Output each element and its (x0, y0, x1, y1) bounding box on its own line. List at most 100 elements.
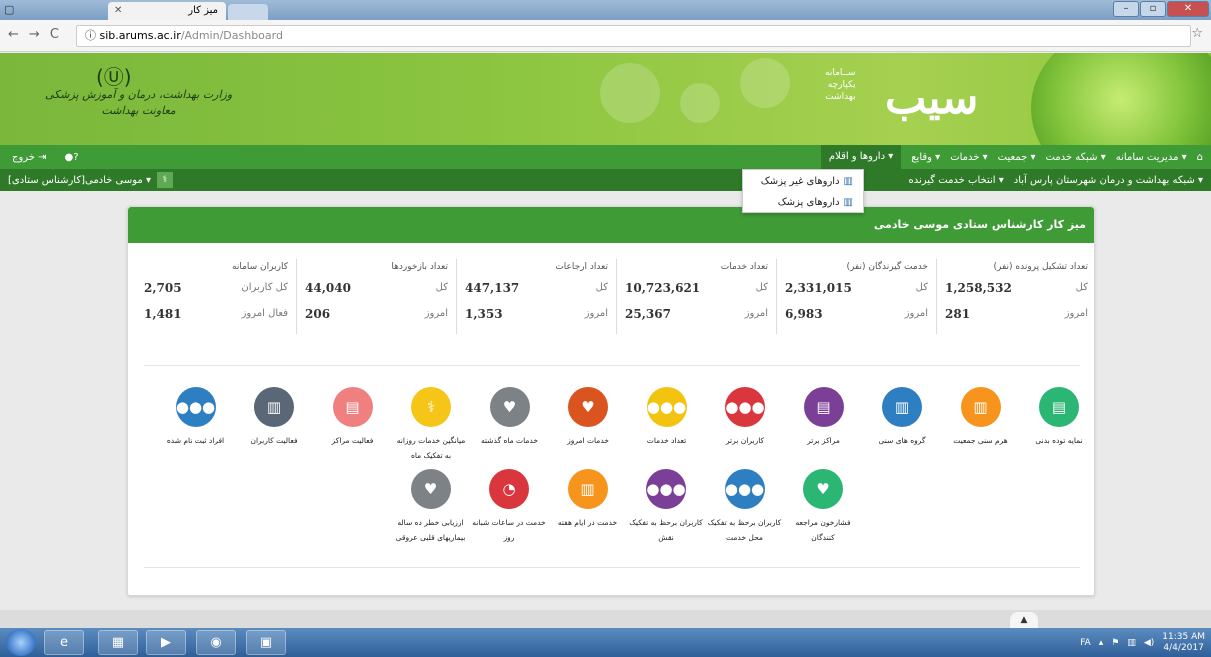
report-icon[interactable]: ●●● (724, 469, 765, 509)
report-icon[interactable]: ♥ (410, 469, 451, 509)
report-icon[interactable]: ▤ (803, 387, 844, 427)
app-icon[interactable]: ▣ (246, 630, 286, 655)
help-icon[interactable]: ●? (65, 152, 79, 163)
report-tile[interactable]: ▥ هرم سنی جمعیت (943, 387, 1019, 448)
menu-services[interactable]: خدمات ▾ (950, 152, 987, 163)
stats-panel: تعداد تشکیل پرونده (نفر) کل 1,258,532 امر… (128, 259, 1096, 334)
report-tile[interactable]: ▥ خدمت در ایام هفته (550, 469, 626, 530)
report-icon[interactable]: ▤ (332, 387, 373, 427)
report-icon[interactable]: ⚕ (411, 387, 451, 427)
report-icon[interactable]: ♥ (568, 387, 608, 427)
report-tile[interactable]: ◔ خدمت در ساعات شبانه روز (471, 469, 547, 545)
back-icon[interactable]: ← (8, 27, 19, 42)
report-icon[interactable]: ●●● (646, 387, 687, 427)
report-tile[interactable]: ●●● کاربران برحظ به تفکیک نقش (628, 469, 704, 545)
client-selector[interactable]: انتخاب خدمت گیرنده ▾ (909, 175, 1004, 186)
menu-service-network[interactable]: شبکه خدمت ▾ (1045, 152, 1105, 163)
language-indicator[interactable]: FA (1080, 638, 1091, 648)
report-tile[interactable]: ♥ خدمات امروز (550, 387, 626, 448)
url-input[interactable]: ⓘ sib.arums.ac.ir/Admin/Dashboard (76, 25, 1191, 47)
user-icon: ⚕ (156, 172, 173, 188)
forward-icon[interactable]: → (29, 27, 40, 42)
tile-label: هرم سنی جمعیت (953, 436, 1008, 445)
tile-label: خدمات امروز (567, 436, 609, 445)
close-window-button[interactable]: ✕ (1167, 1, 1209, 17)
report-icon[interactable]: ●●● (725, 387, 765, 427)
report-icon[interactable]: ▥ (882, 387, 922, 427)
browser-tab[interactable]: ✕ میز کار (108, 2, 226, 20)
report-tile[interactable]: ⚕ میانگین خدمات روزانه به تفکیک ماه (393, 387, 469, 463)
report-tile[interactable]: ▥ فعالیت کاربران (236, 387, 312, 448)
stat-feedbacks: تعداد بازخوردها کل 44,040 امروز 206 (296, 259, 456, 334)
report-tile[interactable]: ♥ ارزیابی خطر ده ساله بیماریهای قلبی عروق… (393, 469, 469, 545)
tray-arrow-icon[interactable]: ▴ (1099, 638, 1104, 648)
volume-icon[interactable]: ◀) (1144, 638, 1154, 648)
report-tile[interactable]: ▤ فعالیت مراکز (315, 387, 391, 448)
dashboard-card: میز کار کارشناس ستادی موسی خادمی تعداد ت… (127, 206, 1095, 596)
card-title: میز کار کارشناس ستادی موسی خادمی (128, 207, 1094, 243)
network-selector[interactable]: شبکه بهداشت و درمان شهرستان پارس آباد ▾ (1014, 175, 1203, 186)
taskbar: e ▦ ▶ ◉ ▣ FA ▴ ⚑ ▥ ◀) 11:35 AM 4/4/2017 (0, 628, 1211, 657)
report-tile[interactable]: ▤ مراکز برتر (786, 387, 862, 448)
close-tab-icon[interactable]: ✕ (114, 2, 122, 20)
ministry-emblem-icon: (Ⓤ) (96, 65, 132, 89)
dropdown-option-non-physician-drugs[interactable]: داروهای غیر پزشک ▥ (743, 173, 863, 191)
report-tile[interactable]: ●●● کاربران برتر (707, 387, 783, 448)
tile-label: خدمت در ایام هفته (557, 518, 618, 527)
minimize-button[interactable]: – (1113, 1, 1139, 17)
report-icon[interactable]: ●●● (175, 387, 216, 427)
report-tile[interactable]: ♥ خدمات ماه گذشته (472, 387, 548, 448)
reload-icon[interactable]: C (50, 27, 59, 42)
tile-label: فشارخون مراجعه کنندگان (795, 518, 851, 542)
clock[interactable]: 11:35 AM 4/4/2017 (1162, 632, 1205, 654)
tile-label: فعالیت مراکز (331, 436, 374, 445)
tile-label: نمایه توده بدنی (1035, 436, 1083, 445)
url-path: /Admin/Dashboard (180, 29, 283, 42)
tile-label: کاربران برحظ به تفکیک نقش (629, 518, 703, 542)
maximize-button[interactable]: ▫ (1140, 1, 1166, 17)
dropdown-option-physician-drugs[interactable]: داروهای پزشک ▥ (743, 194, 863, 212)
user-menu[interactable]: موسی خادمی[کارشناس ستادی] ▾ (8, 175, 151, 186)
report-icon[interactable]: ▥ (960, 387, 1001, 427)
start-button[interactable] (6, 629, 36, 656)
tile-label: ارزیابی خطر ده ساله بیماریهای قلبی عروقی (395, 518, 466, 542)
chrome-icon[interactable]: ◉ (196, 630, 236, 655)
bookmark-star-icon[interactable]: ☆ (1191, 26, 1203, 41)
flag-icon[interactable]: ⚑ (1111, 638, 1119, 648)
scroll-up-button[interactable]: ▲ (1010, 612, 1038, 628)
report-tile[interactable]: ▥ گروه های سنی (864, 387, 940, 448)
menu-system-management[interactable]: مدیریت سامانه ▾ (1116, 152, 1187, 163)
home-icon[interactable]: ⌂ (1197, 152, 1203, 163)
report-tile[interactable]: ●●● افراد ثبت نام شده (158, 387, 234, 448)
report-icon[interactable]: ▥ (254, 387, 294, 427)
menu-events[interactable]: وقایع ▾ (911, 152, 940, 163)
report-icon[interactable]: ♥ (803, 469, 843, 509)
report-icon[interactable]: ●●● (646, 469, 686, 509)
report-tile[interactable]: ▤ نمایه توده بدنی (1021, 387, 1097, 448)
menu-drugs-active[interactable]: داروها و اقلام ▾ (820, 145, 902, 169)
new-tab-button[interactable] (228, 4, 268, 20)
ie-icon[interactable]: e (44, 630, 84, 655)
report-tile[interactable]: ♥ فشارخون مراجعه کنندگان (785, 469, 861, 545)
tile-label: کاربران برتر (725, 436, 765, 445)
report-icon[interactable]: ◔ (489, 469, 529, 509)
sib-logo[interactable]: سیب (885, 73, 978, 124)
divider (144, 365, 1080, 366)
report-icon[interactable]: ▤ (1039, 387, 1079, 427)
tile-label: افراد ثبت نام شده (166, 436, 225, 445)
info-icon: ⓘ (85, 29, 100, 42)
report-tile[interactable]: ●●● کاربران برحظ به تفکیک محل خدمت (707, 469, 783, 545)
menu-population[interactable]: جمعیت ▾ (998, 152, 1036, 163)
drugs-dropdown: داروهای غیر پزشک ▥ داروهای پزشک ▥ (742, 169, 864, 213)
logout-link[interactable]: خروج ⇥ (12, 152, 47, 163)
report-icon[interactable]: ♥ (489, 387, 530, 427)
media-player-icon[interactable]: ▶ (146, 630, 186, 655)
tile-label: گروه های سنی (878, 436, 926, 445)
report-tile[interactable]: ●●● تعداد خدمات (629, 387, 705, 448)
stat-users: کاربران سامانه کل کاربران 2,705 فعال امرو… (144, 262, 288, 321)
tile-label: مراکز برتر (807, 436, 840, 445)
report-icon[interactable]: ▥ (567, 469, 608, 509)
tile-label: تعداد خدمات (646, 436, 687, 445)
explorer-icon[interactable]: ▦ (98, 630, 138, 655)
network-icon[interactable]: ▥ (1127, 638, 1136, 648)
